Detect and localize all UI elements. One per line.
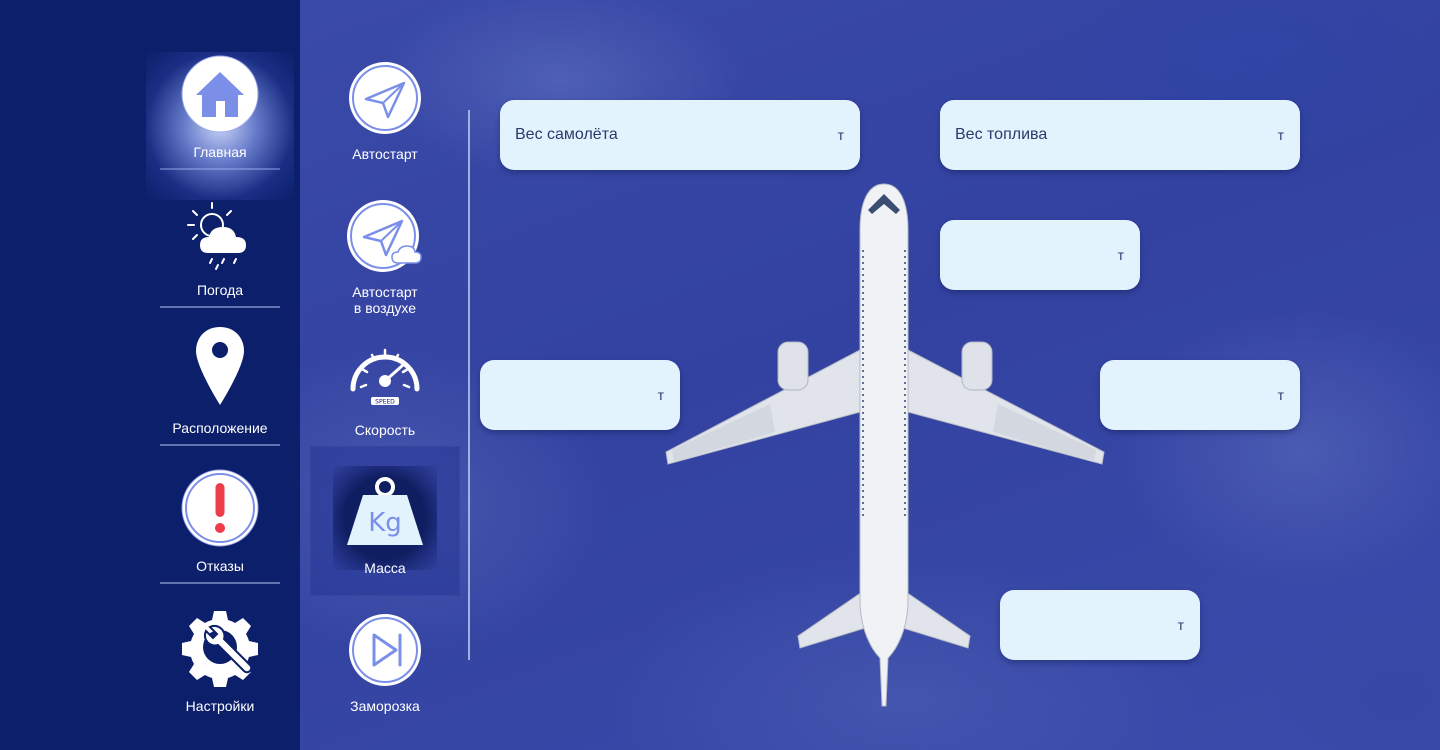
sidebar-item-failures[interactable]: Отказы bbox=[160, 446, 280, 584]
speedometer-icon: SPEED bbox=[347, 339, 423, 416]
location-pin-icon bbox=[194, 325, 246, 414]
field-unit: т bbox=[837, 127, 844, 143]
subpanel-item-autostart-air[interactable]: Автостарт в воздухе bbox=[310, 186, 460, 324]
weight-field-3[interactable]: т bbox=[940, 220, 1140, 290]
mode-subpanel: Автостарт Автостарт в воздухе SPEED Скор… bbox=[300, 0, 470, 750]
sidebar-item-settings[interactable]: Настройки bbox=[160, 584, 280, 722]
paper-plane-cloud-icon bbox=[346, 199, 424, 278]
sidebar-item-location[interactable]: Расположение bbox=[160, 308, 280, 446]
sidebar-item-label: Погода bbox=[196, 282, 244, 298]
field-label: Вес топлива bbox=[955, 126, 1048, 143]
field-unit: т bbox=[1177, 617, 1184, 633]
subpanel-item-freeze[interactable]: Заморозка bbox=[310, 584, 460, 722]
freeze-play-pause-icon bbox=[348, 613, 422, 692]
subpanel-item-label: Автостарт bbox=[352, 146, 418, 162]
main-sidebar: Главная Погода Расположение Отказы Настр… bbox=[0, 0, 300, 750]
gauge-speed-label: SPEED bbox=[375, 399, 395, 406]
subpanel-item-label: Автостарт в воздухе bbox=[352, 284, 418, 316]
sidebar-item-label: Отказы bbox=[196, 558, 244, 574]
weight-kg-icon: Kg bbox=[343, 475, 427, 554]
sidebar-item-weather[interactable]: Погода bbox=[160, 170, 280, 308]
weight-field-5[interactable]: т bbox=[1100, 360, 1300, 430]
field-unit: т bbox=[1277, 127, 1284, 143]
field-unit: т bbox=[657, 387, 664, 403]
fuel-weight-field[interactable]: Вес топлива т bbox=[940, 100, 1300, 170]
subpanel-item-label: Масса bbox=[364, 560, 406, 576]
paper-plane-icon bbox=[348, 61, 422, 140]
panel-divider bbox=[468, 110, 470, 660]
weight-field-6[interactable]: т bbox=[1000, 590, 1200, 660]
field-unit: т bbox=[1117, 247, 1124, 263]
subpanel-item-label: Заморозка bbox=[350, 698, 420, 714]
sidebar-item-label: Главная bbox=[193, 144, 247, 160]
settings-wrench-gear-icon bbox=[180, 607, 260, 692]
subpanel-item-label: Скорость bbox=[354, 422, 416, 438]
failure-alert-icon bbox=[181, 469, 259, 552]
home-icon bbox=[181, 55, 259, 138]
subpanel-item-autostart[interactable]: Автостарт bbox=[310, 32, 460, 170]
weight-field-4[interactable]: т bbox=[480, 360, 680, 430]
subpanel-item-speed[interactable]: SPEED Скорость bbox=[310, 308, 460, 446]
field-label: Вес самолёта bbox=[515, 126, 618, 143]
weather-icon bbox=[178, 195, 262, 276]
weight-kg-text: Kg bbox=[368, 508, 402, 538]
subpanel-item-mass[interactable]: Kg Масса bbox=[310, 446, 460, 596]
field-unit: т bbox=[1277, 387, 1284, 403]
sidebar-item-label: Расположение bbox=[172, 420, 268, 436]
aircraft-weight-field[interactable]: Вес самолёта т bbox=[500, 100, 860, 170]
sidebar-item-label: Настройки bbox=[185, 698, 255, 714]
sidebar-item-home[interactable]: Главная bbox=[146, 32, 294, 200]
